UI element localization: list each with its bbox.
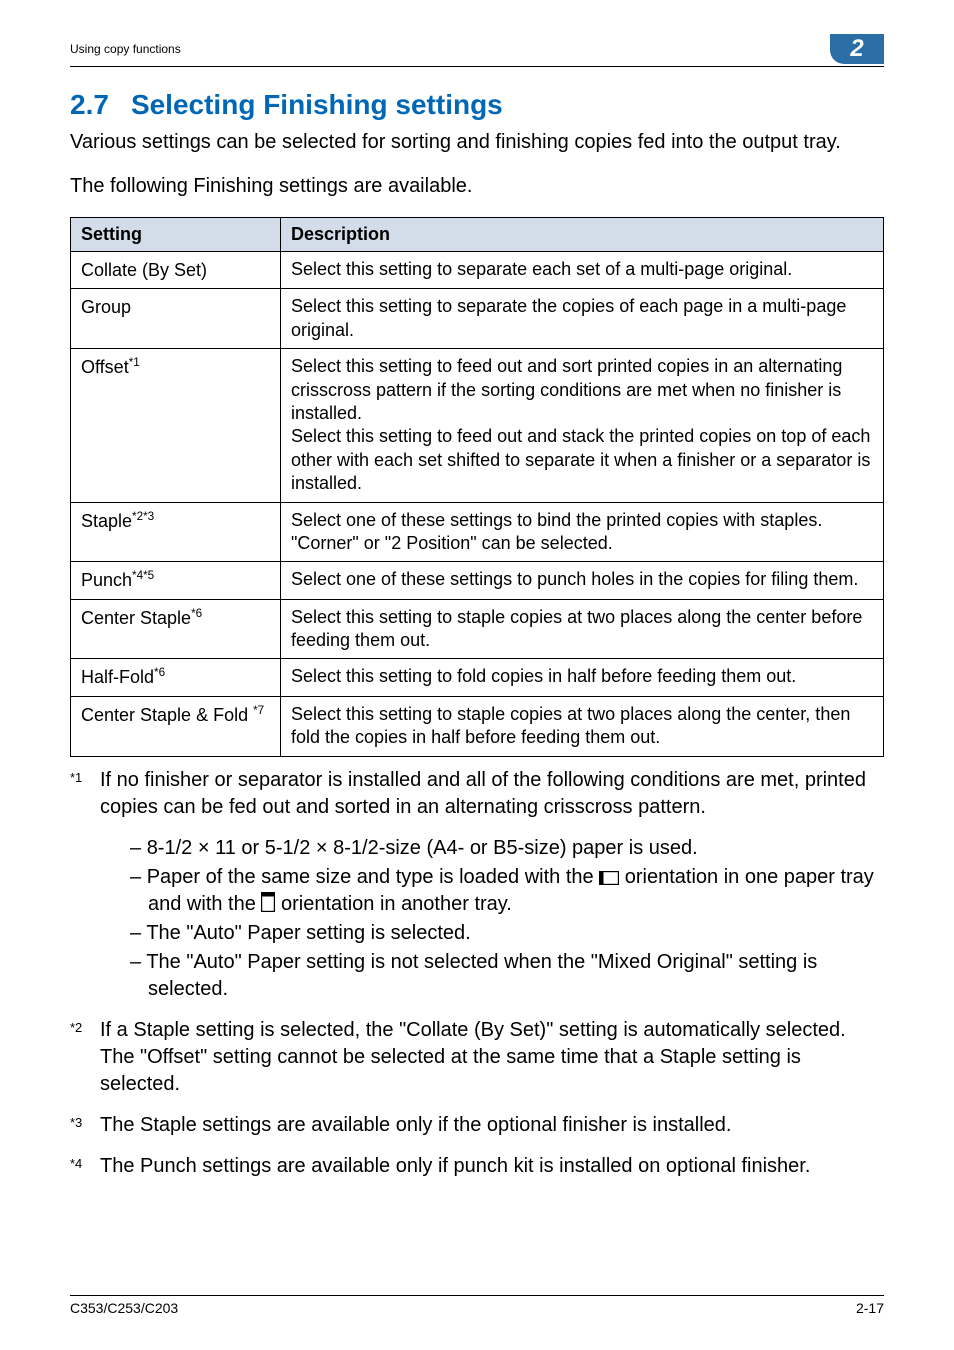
intro-paragraph-2: The following Finishing settings are ava… [70,173,884,199]
setting-sup: *2*3 [132,510,154,523]
list-item-text: The "Auto" Paper setting is selected. [146,922,470,944]
footnote-text: The Staple settings are available only i… [100,1112,884,1139]
table-row: Offset*1 Select this setting to feed out… [71,349,884,502]
table-row: Punch*4*5 Select one of these settings t… [71,562,884,599]
table-row: Center Staple*6 Select this setting to s… [71,599,884,659]
list-item: 8-1/2 × 11 or 5-1/2 × 8-1/2-size (A4- or… [130,835,884,862]
running-title: Using copy functions [70,42,181,56]
section-title: Selecting Finishing settings [131,89,503,120]
setting-description: Select this setting to staple copies at … [281,696,884,756]
setting-description: Select this setting to separate each set… [281,252,884,289]
footnote-text: If no finisher or separator is installed… [100,767,884,821]
table-row: Group Select this setting to separate th… [71,289,884,349]
setting-description: Select this setting to separate the copi… [281,289,884,349]
table-row: Staple*2*3 Select one of these settings … [71,502,884,562]
list-item: The "Auto" Paper setting is selected. [130,920,884,947]
list-item-text: orientation in another tray. [281,893,512,915]
footnote-mark: *4 [70,1153,100,1180]
table-header-setting: Setting [71,218,281,252]
list-item-text: 8-1/2 × 11 or 5-1/2 × 8-1/2-size (A4- or… [147,837,698,859]
footnote-3: *3 The Staple settings are available onl… [70,1112,884,1139]
list-item: The "Auto" Paper setting is not selected… [130,949,884,1003]
footnote-1: *1 If no finisher or separator is instal… [70,767,884,821]
list-item: Paper of the same size and type is loade… [130,864,884,918]
footnote-1-list: 8-1/2 × 11 or 5-1/2 × 8-1/2-size (A4- or… [70,835,884,1003]
settings-table: Setting Description Collate (By Set) Sel… [70,217,884,757]
table-header-description: Description [281,218,884,252]
footnote-text: If a Staple setting is selected, the "Co… [100,1017,884,1098]
setting-sup: *6 [191,607,202,620]
setting-sup: *1 [129,356,140,369]
page-footer: C353/C253/C203 2-17 [70,1295,884,1316]
setting-name: Center Staple & Fold [81,705,253,725]
table-row: Collate (By Set) Select this setting to … [71,252,884,289]
list-item-text: The "Auto" Paper setting is not selected… [146,951,817,1000]
setting-name: Offset [81,357,129,377]
setting-name: Staple [81,511,132,531]
footer-page-number: 2-17 [856,1300,884,1316]
chapter-badge: 2 [830,34,884,64]
setting-sup: *6 [154,666,165,679]
page-header: Using copy functions 2 [70,34,884,67]
setting-name: Collate (By Set) [81,260,207,280]
setting-name: Half-Fold [81,667,154,687]
section-number: 2.7 [70,89,109,120]
setting-sup: *7 [253,704,264,717]
footnote-text: The Punch settings are available only if… [100,1153,884,1180]
setting-description: Select one of these settings to bind the… [281,502,884,562]
list-item-text: Paper of the same size and type is loade… [147,866,600,888]
setting-name: Center Staple [81,608,191,628]
intro-paragraph-1: Various settings can be selected for sor… [70,129,884,155]
footnote-mark: *2 [70,1017,100,1098]
orientation-portrait-icon [261,892,275,912]
setting-name: Punch [81,570,132,590]
footnote-mark: *3 [70,1112,100,1139]
footnote-2: *2 If a Staple setting is selected, the … [70,1017,884,1098]
table-row: Half-Fold*6 Select this setting to fold … [71,659,884,696]
footer-model: C353/C253/C203 [70,1300,178,1316]
orientation-landscape-icon [599,871,619,885]
footnote-mark: *1 [70,767,100,821]
footnote-4: *4 The Punch settings are available only… [70,1153,884,1180]
setting-description: Select one of these settings to punch ho… [281,562,884,599]
section-heading: 2.7 Selecting Finishing settings [70,89,884,121]
setting-description: Select this setting to fold copies in ha… [281,659,884,696]
table-row: Center Staple & Fold *7 Select this sett… [71,696,884,756]
setting-sup: *4*5 [132,569,154,582]
setting-description: Select this setting to feed out and sort… [281,349,884,502]
setting-description: Select this setting to staple copies at … [281,599,884,659]
setting-name: Group [81,297,131,317]
